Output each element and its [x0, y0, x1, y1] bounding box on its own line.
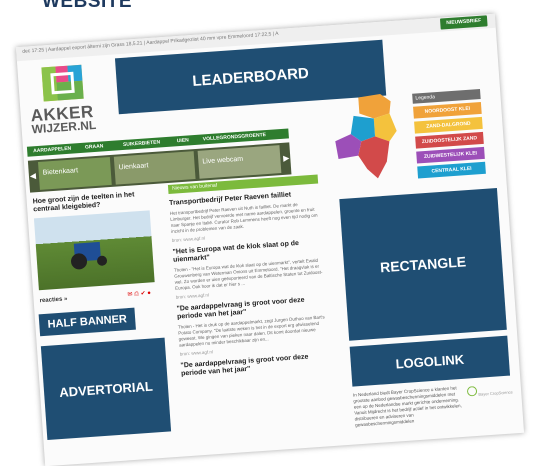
tractor-wheel-icon — [70, 252, 88, 270]
legend-item-zuidwestelijk-klei[interactable]: ZUIDWESTELIJK KLEI — [416, 146, 485, 164]
nav-item-graan[interactable]: GRAAN — [85, 141, 104, 152]
bayer-cross-icon — [467, 386, 478, 397]
news-item[interactable]: Transportbedrijf Peter Raeven failliet H… — [169, 189, 322, 242]
rectangle-ad-slot[interactable]: RECTANGLE — [339, 188, 507, 341]
advertorial-label: ADVERTORIAL — [58, 378, 154, 400]
slider-prev-arrow-icon[interactable]: ◀ — [29, 169, 38, 184]
legend-item-zand-dalgrond[interactable]: ZAND-DALGROND — [414, 116, 483, 134]
news-column: Nieuws van buitenaf Transportbedrijf Pet… — [167, 174, 331, 379]
slide-label: Live webcam — [202, 155, 244, 166]
slide-label: Uienkaart — [118, 162, 149, 172]
slide-item[interactable]: Uienkaart — [113, 151, 196, 185]
logolink-ad-slot[interactable]: LOGOLINK — [349, 335, 511, 387]
legend-title: Legenda — [412, 88, 481, 104]
news-item[interactable]: "De aardappelvraag is groot voor deze pe… — [176, 295, 329, 357]
tractor-wheel-icon — [96, 255, 108, 267]
map-legend: Legenda NOORDOOST KLEI ZAND-DALGROND ZUI… — [412, 88, 486, 179]
nav-item-suikerbieten[interactable]: SUIKERBIETEN — [123, 137, 161, 150]
slider-next-arrow-icon[interactable]: ▶ — [282, 151, 291, 166]
news-item[interactable]: "Het is Europa wat de klok slaat op de u… — [172, 238, 325, 300]
rectangle-label: RECTANGLE — [379, 253, 467, 276]
slide-label: Bietenkaart — [42, 167, 79, 177]
slide-item[interactable]: Bietenkaart — [37, 156, 112, 190]
bayer-logo[interactable]: Bayer CropScience — [467, 383, 514, 397]
half-banner-ad-slot[interactable]: HALF BANNER — [38, 307, 136, 337]
nav-item-uien[interactable]: UIEN — [177, 135, 190, 146]
logo-mark-icon — [41, 64, 84, 102]
netherlands-map-icon[interactable] — [328, 91, 404, 186]
share-icons[interactable]: ✉ ⎙ ✔ ● — [127, 289, 151, 299]
newsletter-button[interactable]: NIEUWSBRIEF — [439, 15, 488, 30]
legend-item-noordoost-klei[interactable]: NOORDOOST KLEI — [413, 101, 482, 119]
legend-item-centraal-klei[interactable]: CENTRAAL KLEI — [417, 161, 486, 179]
news-item[interactable]: "De aardappelvraag is groot voor deze pe… — [180, 352, 331, 378]
half-banner-label: HALF BANNER — [47, 313, 128, 331]
site-logo[interactable]: AKKER WIJZER.NL — [23, 61, 108, 138]
advertorial-ad-slot[interactable]: ADVERTORIAL — [40, 337, 172, 441]
slide-item[interactable]: Live webcam — [197, 145, 282, 179]
legend-item-zuidoostelijk-zand[interactable]: ZUIDOOSTELIJK ZAND — [415, 131, 484, 149]
logolink-description: In Nederland biedt Bayer CropScience u k… — [352, 385, 462, 428]
website-mockup: dec 17:25 | Aardappel export álterni zij… — [15, 13, 525, 466]
reacties-link[interactable]: reacties » — [39, 296, 67, 304]
page-caption: WEBSITE — [42, 0, 133, 12]
nav-item-vollegrondsgroente[interactable]: VOLLEGRONDSGROENTE — [202, 130, 267, 144]
nav-item-aardappelen[interactable]: AARDAPPELEN — [33, 144, 72, 157]
teaser-photo[interactable] — [33, 210, 155, 291]
news-title[interactable]: "De aardappelvraag is groot voor deze pe… — [180, 352, 331, 378]
logolink-label: LOGOLINK — [395, 351, 465, 372]
leaderboard-label: LEADERBOARD — [191, 64, 310, 90]
logo-text-wijzer: WIJZER.NL — [31, 117, 97, 137]
bayer-logo-text: Bayer CropScience — [478, 389, 513, 397]
